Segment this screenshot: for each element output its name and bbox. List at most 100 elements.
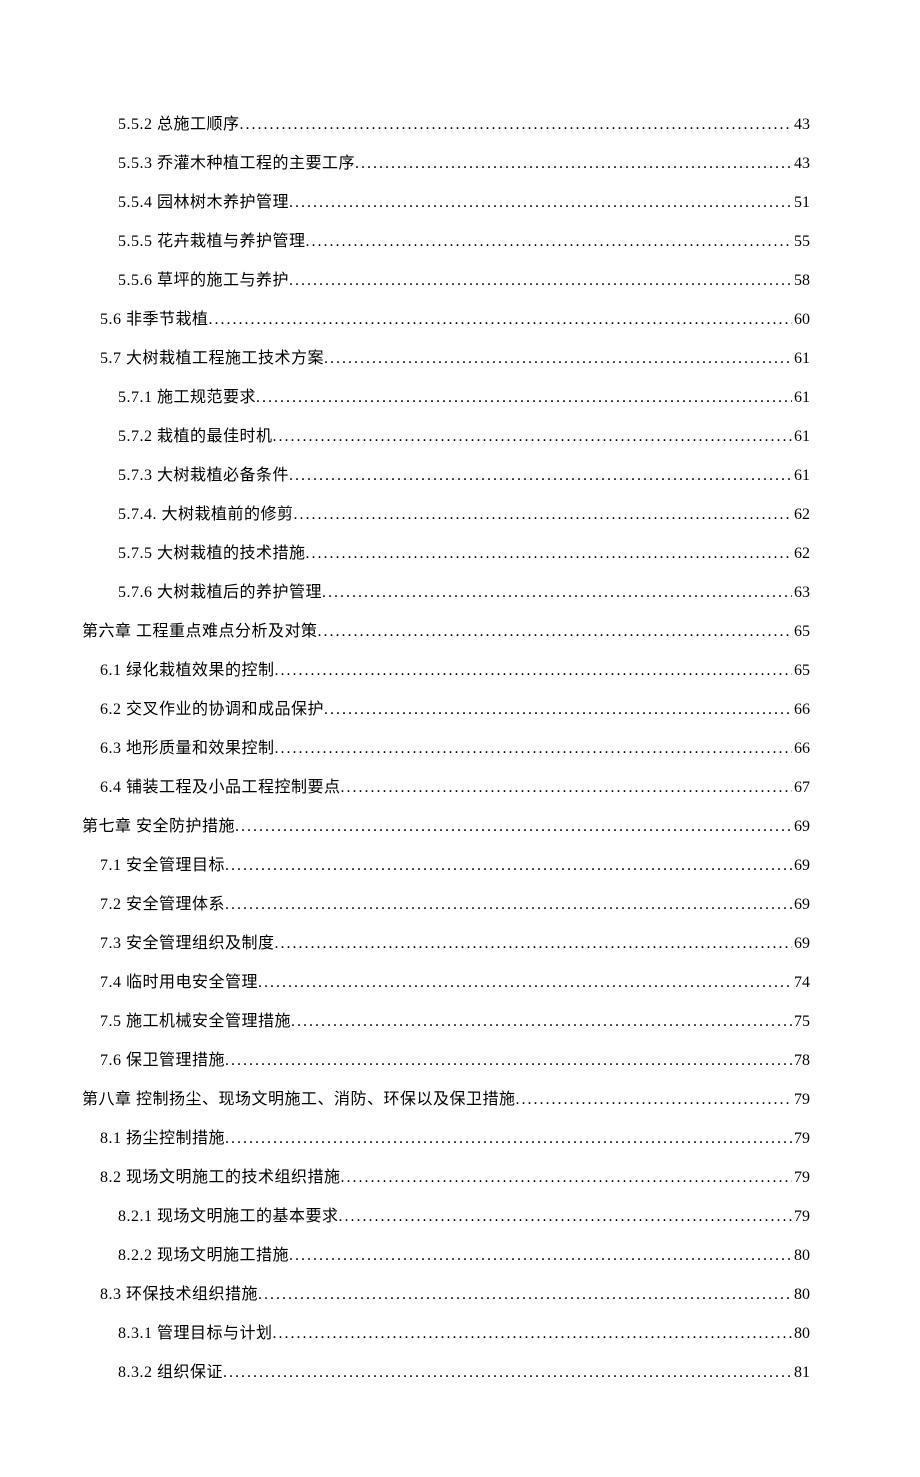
toc-leader-dots [306, 233, 792, 251]
toc-leader-dots [275, 740, 792, 758]
toc-entry[interactable]: 8.3 环保技术组织措施 80 [82, 1280, 810, 1304]
toc-entry[interactable]: 7.6 保卫管理措施 78 [82, 1046, 810, 1070]
toc-entry[interactable]: 5.5.3 乔灌木种植工程的主要工序43 [82, 149, 810, 173]
toc-title-text: 7.3 安全管理组织及制度 [100, 929, 275, 953]
toc-entry[interactable]: 7.5 施工机械安全管理措施 75 [82, 1007, 810, 1031]
toc-leader-dots [223, 1364, 792, 1382]
toc-page-number: 63 [794, 584, 810, 602]
toc-entry[interactable]: 8.2.1 现场文明施工的基本要求 79 [82, 1202, 810, 1226]
toc-entry[interactable]: 7.1 安全管理目标 69 [82, 851, 810, 875]
toc-page-number: 62 [794, 545, 810, 563]
toc-entry[interactable]: 5.7.5 大树栽植的技术措施62 [82, 539, 810, 563]
toc-page-number: 61 [794, 428, 810, 446]
toc-title-text: 8.2.1 现场文明施工的基本要求 [118, 1202, 339, 1226]
toc-entry[interactable]: 8.3.1 管理目标与计划80 [82, 1319, 810, 1343]
toc-leader-dots [225, 857, 792, 875]
toc-title-text: 6.1 绿化栽植效果的控制 [100, 656, 275, 680]
toc-title-text: 6.2 交叉作业的协调和成品保护 [100, 695, 324, 719]
toc-page-number: 79 [794, 1091, 810, 1109]
toc-entry[interactable]: 第七章 安全防护措施 69 [82, 812, 810, 836]
toc-entry[interactable]: 第六章 工程重点难点分析及对策65 [82, 617, 810, 641]
toc-entry[interactable]: 第八章 控制扬尘、现场文明施工、消防、环保以及保卫措施 79 [82, 1085, 810, 1109]
toc-leader-dots [289, 194, 792, 212]
toc-entry[interactable]: 5.7 大树栽植工程施工技术方案 61 [82, 344, 810, 368]
toc-leader-dots [258, 1286, 792, 1304]
toc-entry[interactable]: 5.6 非季节栽植 60 [82, 305, 810, 329]
toc-leader-dots [209, 311, 792, 329]
toc-title-text: 5.5.6 草坪的施工与养护 [118, 266, 289, 290]
toc-page-number: 51 [794, 194, 810, 212]
toc-entry[interactable]: 5.7.4. 大树栽植前的修剪 62 [82, 500, 810, 524]
toc-page-number: 80 [794, 1286, 810, 1304]
toc-page-number: 67 [794, 779, 810, 797]
toc-title-text: 5.5.4 园林树木养护管理 [118, 188, 289, 212]
toc-entry[interactable]: 5.5.2 总施工顺序43 [82, 110, 810, 134]
toc-title-text: 7.5 施工机械安全管理措施 [100, 1007, 291, 1031]
toc-leader-dots [339, 1208, 792, 1226]
toc-title-text: 8.2 现场文明施工的技术组织措施 [100, 1163, 341, 1187]
toc-entry[interactable]: 5.7.1 施工规范要求61 [82, 383, 810, 407]
toc-leader-dots [324, 701, 792, 719]
toc-entry[interactable]: 5.7.2 栽植的最佳时机 61 [82, 422, 810, 446]
toc-entry[interactable]: 8.2.2 现场文明施工措施80 [82, 1241, 810, 1265]
toc-entry[interactable]: 5.7.3 大树栽植必备条件61 [82, 461, 810, 485]
toc-leader-dots [306, 545, 792, 563]
toc-page-number: 61 [794, 467, 810, 485]
toc-page-number: 80 [794, 1247, 810, 1265]
toc-entry[interactable]: 8.2 现场文明施工的技术组织措施 79 [82, 1163, 810, 1187]
toc-page-number: 75 [794, 1013, 810, 1031]
toc-page-number: 43 [794, 155, 810, 173]
toc-entry[interactable]: 7.3 安全管理组织及制度 69 [82, 929, 810, 953]
toc-page-number: 61 [794, 350, 810, 368]
toc-leader-dots [341, 779, 792, 797]
toc-title-text: 5.6 非季节栽植 [100, 305, 209, 329]
toc-list: 5.5.2 总施工顺序43 5.5.3 乔灌木种植工程的主要工序43 5.5.4 园… [82, 110, 810, 1382]
toc-leader-dots [273, 428, 792, 446]
toc-title-text: 8.3.2 组织保证 [118, 1358, 223, 1382]
toc-title-text: 第七章 安全防护措施 [82, 812, 235, 836]
toc-page-number: 43 [794, 116, 810, 134]
toc-page-number: 69 [794, 857, 810, 875]
toc-title-text: 6.3 地形质量和效果控制 [100, 734, 275, 758]
toc-entry[interactable]: 7.4 临时用电安全管理 74 [82, 968, 810, 992]
toc-entry[interactable]: 6.1 绿化栽植效果的控制 65 [82, 656, 810, 680]
toc-entry[interactable]: 6.4 铺装工程及小品工程控制要点 67 [82, 773, 810, 797]
toc-title-text: 7.2 安全管理体系 [100, 890, 225, 914]
toc-page-number: 79 [794, 1169, 810, 1187]
toc-title-text: 8.3.1 管理目标与计划 [118, 1319, 273, 1343]
toc-title-text: 6.4 铺装工程及小品工程控制要点 [100, 773, 341, 797]
toc-page-number: 62 [794, 506, 810, 524]
toc-entry[interactable]: 5.7.6 大树栽植后的养护管理 63 [82, 578, 810, 602]
toc-title-text: 第六章 工程重点难点分析及对策 [82, 617, 318, 641]
toc-page-number: 66 [794, 701, 810, 719]
toc-entry[interactable]: 6.2 交叉作业的协调和成品保护 66 [82, 695, 810, 719]
toc-leader-dots [341, 1169, 792, 1187]
toc-title-text: 5.7.6 大树栽植后的养护管理 [118, 578, 322, 602]
toc-title-text: 第八章 控制扬尘、现场文明施工、消防、环保以及保卫措施 [82, 1085, 516, 1109]
toc-entry[interactable]: 5.5.4 园林树木养护管理 51 [82, 188, 810, 212]
toc-entry[interactable]: 5.5.5 花卉栽植与养护管理55 [82, 227, 810, 251]
toc-entry[interactable]: 7.2 安全管理体系 69 [82, 890, 810, 914]
toc-title-text: 8.1 扬尘控制措施 [100, 1124, 225, 1148]
toc-leader-dots [516, 1091, 792, 1109]
toc-leader-dots [275, 935, 792, 953]
toc-leader-dots [289, 1247, 792, 1265]
toc-title-text: 5.7.2 栽植的最佳时机 [118, 422, 273, 446]
toc-entry[interactable]: 5.5.6 草坪的施工与养护 58 [82, 266, 810, 290]
toc-leader-dots [289, 272, 792, 290]
toc-page-number: 69 [794, 935, 810, 953]
toc-title-text: 5.5.5 花卉栽植与养护管理 [118, 227, 306, 251]
toc-leader-dots [294, 506, 792, 524]
toc-page-number: 79 [794, 1208, 810, 1226]
toc-entry[interactable]: 8.1 扬尘控制措施 79 [82, 1124, 810, 1148]
toc-entry[interactable]: 8.3.2 组织保证81 [82, 1358, 810, 1382]
toc-page-number: 69 [794, 818, 810, 836]
toc-leader-dots [291, 1013, 792, 1031]
toc-leader-dots [225, 1130, 792, 1148]
toc-leader-dots [355, 155, 792, 173]
toc-entry[interactable]: 6.3 地形质量和效果控制 66 [82, 734, 810, 758]
toc-leader-dots [289, 467, 792, 485]
toc-title-text: 7.6 保卫管理措施 [100, 1046, 225, 1070]
toc-page-number: 58 [794, 272, 810, 290]
toc-leader-dots [225, 896, 792, 914]
